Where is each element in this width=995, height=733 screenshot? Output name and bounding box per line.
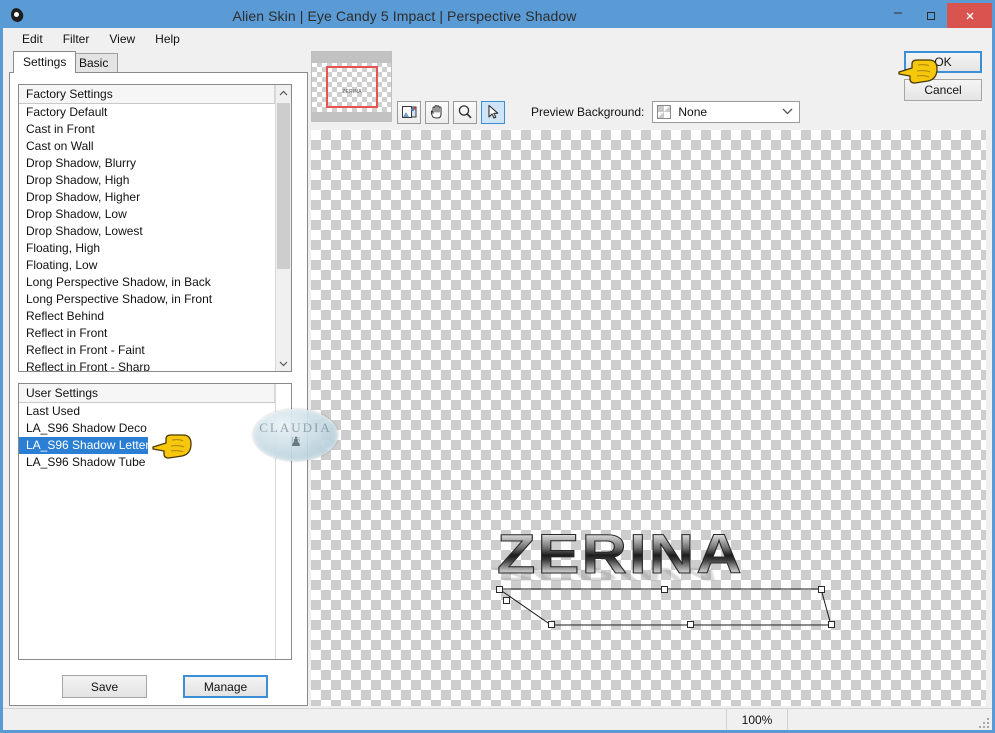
preview-background-label: Preview Background: xyxy=(531,105,645,119)
zoom-magnifier-tool[interactable] xyxy=(453,100,477,124)
scroll-down-icon[interactable] xyxy=(276,355,291,371)
scroll-up-icon[interactable] xyxy=(276,85,291,101)
thumbnail-band-bottom xyxy=(312,112,391,121)
tab-settings[interactable]: Settings xyxy=(13,51,77,73)
user-settings-header: User Settings xyxy=(19,384,291,403)
status-message-cell xyxy=(3,709,727,730)
user-settings-header-label: User Settings xyxy=(26,386,99,400)
pointing-hand-cursor-ok xyxy=(898,59,938,84)
selection-handle[interactable] xyxy=(818,586,825,593)
zoom-level-indicator: 100% xyxy=(727,709,788,730)
factory-setting-item[interactable]: Cast in Front xyxy=(19,121,291,138)
thumbnail-viewport-rect[interactable] xyxy=(326,66,378,108)
selection-handle[interactable] xyxy=(687,621,694,628)
selection-handle[interactable] xyxy=(828,621,835,628)
factory-setting-item[interactable]: Factory Default xyxy=(19,104,291,121)
preview-background-value: None xyxy=(678,105,708,119)
factory-settings-list: Factory Default Cast in Front Cast on Wall… xyxy=(19,104,291,371)
preview-area: ZERINA Preview Background: None OK Cance… xyxy=(311,51,986,706)
factory-settings-header-label: Factory Settings xyxy=(26,87,113,101)
menu-item-edit[interactable]: Edit xyxy=(13,30,52,48)
save-button[interactable]: Save xyxy=(62,675,147,698)
factory-setting-item[interactable]: Reflect in Front - Sharp xyxy=(19,359,291,371)
factory-settings-listbox[interactable]: Factory Settings Factory Default Cast in … xyxy=(18,84,292,372)
factory-setting-item[interactable]: Long Perspective Shadow, in Back xyxy=(19,274,291,291)
factory-setting-item[interactable]: Long Perspective Shadow, in Front xyxy=(19,291,291,308)
preset-action-buttons: Save Manage xyxy=(10,671,309,707)
watermark-subtext: 1/3 xyxy=(291,436,300,444)
selection-handle[interactable] xyxy=(503,597,510,604)
status-bar: 100% xyxy=(3,708,992,730)
scrollbar-thumb[interactable] xyxy=(277,103,290,269)
user-settings-listbox[interactable]: User Settings Last Used LA_S96 Shadow Dec… xyxy=(18,383,292,660)
pointing-hand-cursor xyxy=(152,434,192,459)
hand-pan-tool[interactable] xyxy=(425,100,449,124)
manage-button[interactable]: Manage xyxy=(183,675,268,698)
menu-item-filter[interactable]: Filter xyxy=(54,30,99,48)
artwork-group[interactable]: ZERINA ZERINA xyxy=(485,522,841,628)
preview-thumbnail-navigator[interactable]: ZERINA xyxy=(311,51,392,122)
maximize-button[interactable] xyxy=(914,3,947,28)
artwork-wordmark: ZERINA xyxy=(496,522,744,585)
factory-settings-header: Factory Settings xyxy=(19,85,291,104)
close-button[interactable] xyxy=(947,3,992,28)
preview-compare-tool[interactable] xyxy=(397,100,421,124)
resize-grip-icon[interactable] xyxy=(977,716,989,728)
user-setting-item[interactable]: LA_S96 Shadow Letter xyxy=(19,437,149,454)
checkerboard-swatch-icon xyxy=(657,105,672,119)
factory-setting-item[interactable]: Reflect in Front xyxy=(19,325,291,342)
claudia-watermark: CLAUDIA ♟ 1/3 xyxy=(253,409,338,461)
title-bar: Alien Skin | Eye Candy 5 Impact | Perspe… xyxy=(3,3,992,28)
menu-item-view[interactable]: View xyxy=(100,30,144,48)
selection-handle[interactable] xyxy=(661,586,668,593)
factory-setting-item[interactable]: Floating, Low xyxy=(19,257,291,274)
arrow-select-tool[interactable] xyxy=(481,100,505,124)
settings-tab-panel: Factory Settings Factory Default Cast in … xyxy=(9,72,308,706)
menu-bar: Edit Filter View Help xyxy=(3,28,992,50)
tab-strip: Settings Basic xyxy=(9,51,308,73)
menu-item-help[interactable]: Help xyxy=(146,30,189,48)
settings-panel: Settings Basic Factory Settings Factory … xyxy=(9,51,308,706)
thumbnail-band-top xyxy=(312,52,391,63)
factory-setting-item[interactable]: Drop Shadow, Low xyxy=(19,206,291,223)
selection-handle[interactable] xyxy=(548,621,555,628)
factory-setting-item[interactable]: Drop Shadow, Lowest xyxy=(19,223,291,240)
factory-setting-item[interactable]: Drop Shadow, Higher xyxy=(19,189,291,206)
tab-basic[interactable]: Basic xyxy=(69,53,119,73)
user-setting-item[interactable]: Last Used xyxy=(19,403,291,420)
preview-toolbar: Preview Background: None xyxy=(397,99,801,125)
application-window: Alien Skin | Eye Candy 5 Impact | Perspe… xyxy=(0,0,995,733)
preview-canvas[interactable]: ZERINA ZERINA xyxy=(311,130,986,706)
chevron-down-icon[interactable] xyxy=(782,106,793,118)
eye-icon xyxy=(6,5,28,27)
factory-settings-scrollbar[interactable] xyxy=(275,85,291,371)
preview-background-select[interactable]: None xyxy=(652,101,801,123)
minimize-button[interactable] xyxy=(881,3,914,32)
factory-setting-item[interactable]: Drop Shadow, High xyxy=(19,172,291,189)
factory-setting-item[interactable]: Reflect Behind xyxy=(19,308,291,325)
factory-setting-item[interactable]: Drop Shadow, Blurry xyxy=(19,155,291,172)
factory-setting-item[interactable]: Cast on Wall xyxy=(19,138,291,155)
window-title: Alien Skin | Eye Candy 5 Impact | Perspe… xyxy=(232,7,577,24)
selection-handle[interactable] xyxy=(496,586,503,593)
factory-setting-item[interactable]: Reflect in Front - Faint xyxy=(19,342,291,359)
factory-setting-item[interactable]: Floating, High xyxy=(19,240,291,257)
